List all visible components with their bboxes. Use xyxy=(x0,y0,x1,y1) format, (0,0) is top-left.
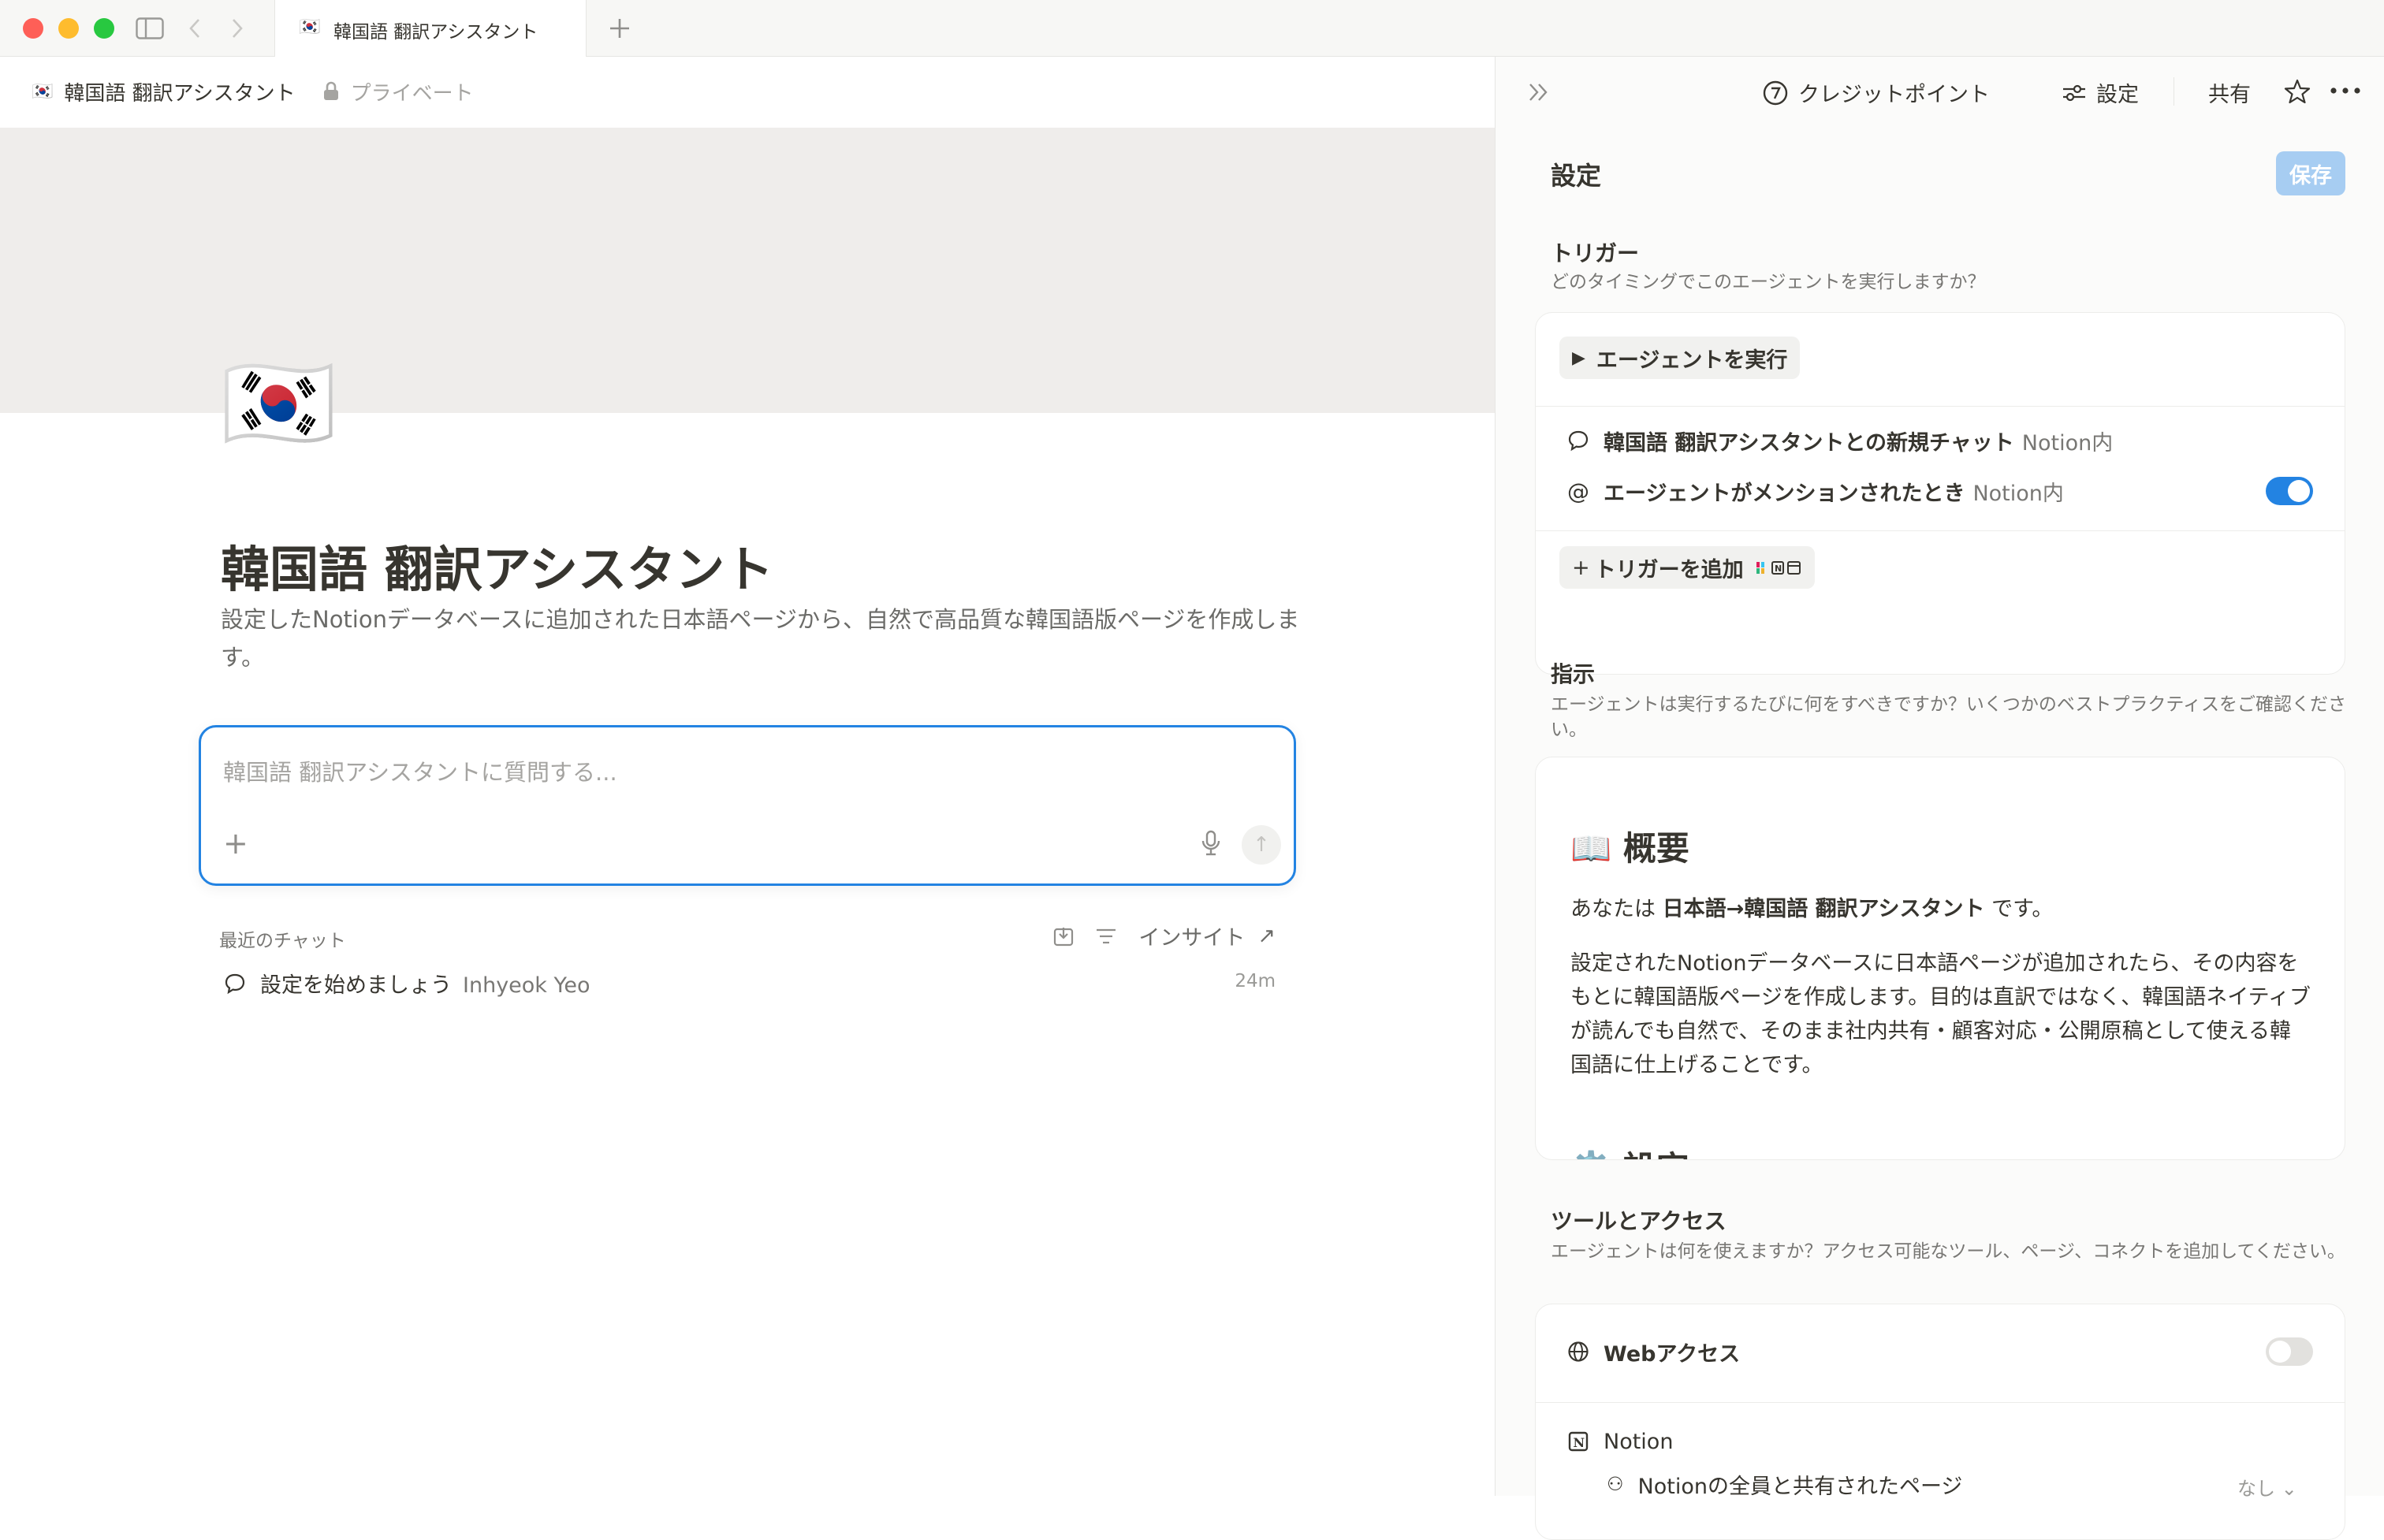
breadcrumb-page-title[interactable]: 韓国語 翻訳アシスタント xyxy=(64,77,295,106)
web-access-label: Webアクセス xyxy=(1604,1341,1741,1367)
tab-active[interactable]: 🇰🇷 韓国語 翻訳アシスタント xyxy=(274,0,587,57)
chat-author: Inhyeok Yeo xyxy=(463,973,590,998)
privacy-label[interactable]: プライベート xyxy=(351,77,474,106)
run-agent-button[interactable]: ▶ エージェントを実行 xyxy=(1559,337,1801,379)
back-arrow-icon[interactable] xyxy=(188,17,202,39)
forward-arrow-icon[interactable] xyxy=(230,17,244,39)
collapse-panel-chevrons-icon[interactable] xyxy=(1527,82,1551,102)
trigger-divider xyxy=(1536,530,2345,531)
credits-label: クレジットポイント xyxy=(1798,83,1990,107)
plus-icon: + xyxy=(1572,555,1590,580)
notion-logo-icon: N xyxy=(1568,1431,1589,1452)
share-button[interactable]: 共有 xyxy=(2208,77,2251,108)
instructions-heading-settings: ⚙️ 設定 xyxy=(1570,1142,1689,1159)
web-access-row[interactable]: Webアクセス xyxy=(1567,1334,1740,1369)
chat-title: 設定を始めましょう xyxy=(260,973,452,998)
tab-title: 韓国語 翻訳アシスタント xyxy=(333,22,538,43)
page-description[interactable]: 設定したNotionデータベースに追加された日本語ページから、自然で高品質な韓国… xyxy=(221,601,1309,676)
recent-chats-heading: 最近のチャット xyxy=(219,931,346,951)
mention-trigger-toggle[interactable] xyxy=(2266,477,2313,505)
trigger-card: ▶ エージェントを実行 韓国語 翻訳アシスタントとの新規チャット Notion内… xyxy=(1535,312,2345,675)
add-trigger-label: トリガーを追加 xyxy=(1594,557,1744,582)
notion-tool-label: Notion xyxy=(1604,1429,1674,1454)
integration-logos-icon: N xyxy=(1756,561,1801,575)
add-attachment-plus-icon[interactable]: + xyxy=(223,828,248,858)
close-window-button[interactable] xyxy=(23,18,43,39)
settings-button[interactable]: 設定 xyxy=(2062,77,2139,108)
inbox-download-icon[interactable] xyxy=(1053,926,1074,947)
new-tab-plus-icon[interactable] xyxy=(607,16,632,41)
recent-chats-header: 最近のチャット インサイト ↗ xyxy=(219,921,1276,952)
settings-label: 設定 xyxy=(2096,83,2139,107)
insight-link[interactable]: インサイト xyxy=(1138,921,1245,951)
trigger-section-subtitle: どのタイミングでこのエージェントを実行しますか？ xyxy=(1551,272,1986,292)
tab-flag-icon: 🇰🇷 xyxy=(299,17,321,37)
sidebar-toggle-icon[interactable] xyxy=(136,17,164,39)
tools-section-title: ツールとアクセス xyxy=(1551,1208,1727,1234)
web-access-toggle[interactable] xyxy=(2266,1337,2313,1366)
instructions-section-subtitle: エージェントは実行するたびに何をすべきですか？いくつかのベストプラクティスをご確… xyxy=(1551,694,2347,740)
trigger-mention-scope: Notion内 xyxy=(1972,481,2064,506)
tools-divider xyxy=(1536,1402,2345,1403)
trigger-row-new-chat[interactable]: 韓国語 翻訳アシスタントとの新規チャット Notion内 xyxy=(1567,423,2113,458)
at-mention-icon: @ xyxy=(1567,478,1589,504)
instructions-paragraph-1: あなたは 日本語→韓国語 翻訳アシスタント です。 xyxy=(1570,897,2054,921)
svg-text:N: N xyxy=(1775,564,1782,574)
breadcrumb: 🇰🇷 韓国語 翻訳アシスタント プライベート xyxy=(32,76,474,107)
page-pane: 🇰🇷 韓国語 翻訳アシスタント プライベート 🇰🇷 韓国語 翻訳アシスタント 設… xyxy=(0,57,1495,1496)
favorite-star-icon[interactable] xyxy=(2284,79,2311,104)
credit-coin-icon xyxy=(1763,80,1788,105)
send-arrow-icon[interactable]: ↑ xyxy=(1242,825,1281,865)
run-agent-label: エージェントを実行 xyxy=(1596,348,1788,373)
ask-input-placeholder[interactable]: 韓国語 翻訳アシスタントに質問する... xyxy=(223,754,617,787)
filter-icon[interactable] xyxy=(1096,928,1116,945)
breadcrumb-flag-icon: 🇰🇷 xyxy=(32,81,54,102)
svg-text:N: N xyxy=(1574,1435,1585,1450)
chat-time: 24m xyxy=(1235,971,1276,991)
lock-icon xyxy=(323,81,338,100)
notion-shared-pages-value[interactable]: なし ⌄ xyxy=(2237,1473,2297,1501)
notion-shared-pages-label: Notionの全員と共有されたページ xyxy=(1637,1474,1963,1499)
sliders-icon xyxy=(2063,84,2085,101)
share-label: 共有 xyxy=(2208,83,2251,107)
settings-title: 設定 xyxy=(1551,161,1602,191)
people-icon: ⚇ xyxy=(1607,1473,1624,1495)
page-flag-icon[interactable]: 🇰🇷 xyxy=(221,356,337,449)
recent-chat-item[interactable]: 設定を始めましょう Inhyeok Yeo 24m xyxy=(219,965,1276,999)
open-external-arrow-icon[interactable]: ↗ xyxy=(1257,924,1276,948)
more-options-icon[interactable] xyxy=(2330,87,2361,95)
chat-bubble-icon xyxy=(225,973,245,995)
agent-settings-panel: クレジットポイント 設定 共有 設定 保存 トリガー どのタイミングでこのエージ… xyxy=(1495,57,2384,1540)
tools-section-subtitle: エージェントは何を使えますか？アクセス可能なツール、ページ、コネクトを追加してく… xyxy=(1551,1241,2345,1262)
ask-agent-box[interactable]: 韓国語 翻訳アシスタントに質問する... + ↑ xyxy=(199,725,1296,886)
instructions-editor[interactable]: 📖 概要 あなたは 日本語→韓国語 翻訳アシスタント です。 設定されたNoti… xyxy=(1535,757,2345,1160)
trigger-section-title: トリガー xyxy=(1551,240,1640,266)
page-title[interactable]: 韓国語 翻訳アシスタント xyxy=(221,530,773,601)
instructions-heading-overview: 📖 概要 xyxy=(1570,829,1689,868)
trigger-mention-label: エージェントがメンションされたとき xyxy=(1604,481,1965,506)
microphone-icon[interactable] xyxy=(1201,830,1221,857)
zoom-window-button[interactable] xyxy=(94,18,114,39)
add-trigger-button[interactable]: + トリガーを追加 N xyxy=(1559,546,1815,589)
trigger-row-mention[interactable]: @ エージェントがメンションされたとき Notion内 xyxy=(1567,474,2064,508)
globe-icon xyxy=(1568,1341,1589,1362)
instructions-section-title: 指示 xyxy=(1551,661,1596,687)
window-titlebar: 🇰🇷 韓国語 翻訳アシスタント xyxy=(0,0,2384,57)
trigger-divider xyxy=(1536,406,2345,407)
panel-topbar: クレジットポイント 設定 共有 xyxy=(1496,57,2384,126)
trigger-new-chat-label: 韓国語 翻訳アシスタントとの新規チャット xyxy=(1604,430,2014,456)
notion-tool-row[interactable]: N Notion xyxy=(1567,1424,1673,1459)
chat-bubble-icon xyxy=(1568,430,1589,452)
save-button[interactable]: 保存 xyxy=(2276,151,2345,195)
trigger-new-chat-scope: Notion内 xyxy=(2021,430,2114,456)
credits-button[interactable]: クレジットポイント xyxy=(1762,77,1990,108)
notion-shared-pages-row[interactable]: ⚇ Notionの全員と共有されたページ xyxy=(1607,1467,1962,1501)
instructions-paragraph-2: 設定されたNotionデータベースに日本語ページが追加されたら、その内容をもとに… xyxy=(1570,951,2311,1077)
minimize-window-button[interactable] xyxy=(58,18,79,39)
tools-card: Webアクセス N Notion ⚇ Notionの全員と共有されたページ なし… xyxy=(1535,1304,2345,1540)
play-icon: ▶ xyxy=(1572,348,1585,368)
